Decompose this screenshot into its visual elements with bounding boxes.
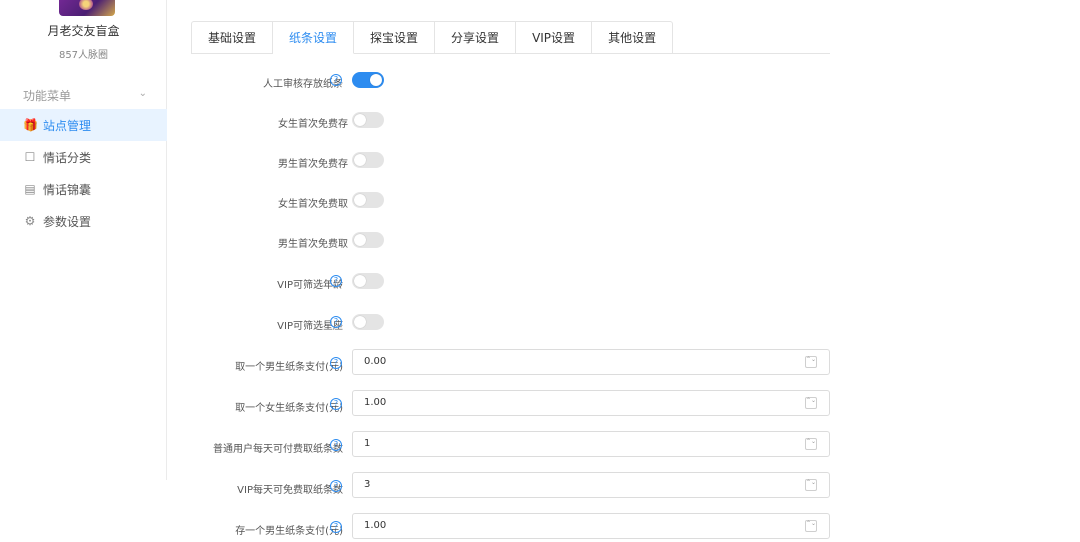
sidebar-item-label: 情话分类 bbox=[43, 151, 92, 165]
toggle-row: 女生首次免费取 bbox=[180, 189, 840, 215]
site-name: 月老交友盲盒 bbox=[47, 24, 120, 38]
input-value: 1.00 bbox=[364, 520, 387, 531]
toggle-switch[interactable] bbox=[352, 314, 384, 330]
input-row: 普通用户每天可付费取纸条数? 1 ⌃⌄ bbox=[180, 431, 840, 460]
help-icon[interactable]: ? bbox=[330, 74, 342, 86]
document-icon: ▤ bbox=[24, 182, 36, 196]
field-label: 取一个女生纸条支付(元) bbox=[235, 403, 343, 414]
tab-3[interactable]: 分享设置 bbox=[435, 21, 517, 54]
number-input[interactable]: 0.00 ⌃⌄ bbox=[352, 349, 830, 375]
input-row: VIP每天可免费取纸条数? 3 ⌃⌄ bbox=[180, 472, 840, 501]
field-label: 女生首次免费取 bbox=[278, 199, 348, 210]
field-label: 女生首次免费存 bbox=[278, 119, 348, 130]
tab-0[interactable]: 基础设置 bbox=[191, 21, 274, 54]
stepper-icon[interactable]: ⌃⌄ bbox=[805, 438, 817, 450]
toggle-switch[interactable] bbox=[352, 152, 384, 168]
site-logo bbox=[59, 0, 115, 16]
toggle-row: 女生首次免费存 bbox=[180, 109, 840, 135]
sidebar-item-0[interactable]: 🎁 站点管理 bbox=[0, 109, 167, 141]
toggle-knob bbox=[354, 234, 366, 246]
help-icon[interactable]: ? bbox=[330, 439, 342, 451]
stepper-icon[interactable]: ⌃⌄ bbox=[805, 397, 817, 409]
field-label: 普通用户每天可付费取纸条数 bbox=[213, 444, 343, 455]
field-label: 男生首次免费存 bbox=[278, 159, 348, 170]
help-icon[interactable]: ? bbox=[330, 316, 342, 328]
toggle-switch[interactable] bbox=[352, 192, 384, 208]
field-label: 男生首次免费取 bbox=[278, 239, 348, 250]
sidebar-item-label: 站点管理 bbox=[43, 119, 92, 133]
toggle-switch[interactable] bbox=[352, 273, 384, 289]
toggle-knob bbox=[354, 194, 366, 206]
help-icon[interactable]: ? bbox=[330, 275, 342, 287]
stepper-icon[interactable]: ⌃⌄ bbox=[805, 356, 817, 368]
toggle-row: 男生首次免费取 bbox=[180, 229, 840, 255]
input-row: 取一个男生纸条支付(元)? 0.00 ⌃⌄ bbox=[180, 349, 840, 378]
toggle-switch[interactable] bbox=[352, 72, 384, 88]
gift-icon: 🎁 bbox=[23, 118, 38, 132]
toggle-switch[interactable] bbox=[352, 232, 384, 248]
toggle-knob bbox=[370, 74, 382, 86]
help-icon[interactable]: ? bbox=[330, 480, 342, 492]
tab-4[interactable]: VIP设置 bbox=[516, 21, 593, 54]
menu-header-label: 功能菜单 bbox=[23, 89, 72, 103]
sidebar-item-2[interactable]: ▤ 情话锦囊 bbox=[0, 173, 167, 205]
input-row: 取一个女生纸条支付(元)? 1.00 ⌃⌄ bbox=[180, 390, 840, 419]
field-label: VIP每天可免费取纸条数 bbox=[237, 485, 343, 496]
input-row: 存一个男生纸条支付(元)? 1.00 ⌃⌄ bbox=[180, 513, 840, 542]
settings-tabs: 基础设置 纸条设置 探宝设置 分享设置 VIP设置 其他设置 bbox=[191, 21, 674, 54]
tab-5[interactable]: 其他设置 bbox=[592, 21, 674, 54]
toggle-knob bbox=[354, 275, 366, 287]
tabs-divider bbox=[651, 53, 830, 54]
help-icon[interactable]: ? bbox=[330, 521, 342, 533]
site-subtitle: 857人脉圈 bbox=[58, 50, 109, 61]
chevron-down-icon: ⌄ bbox=[138, 88, 147, 99]
toggle-knob bbox=[354, 316, 366, 328]
sidebar: 月老交友盲盒 857人脉圈 功能菜单 ⌄ 🎁 站点管理 ☐ 情话分类 ▤ 情话锦囊 ⚙ 参数设… bbox=[0, 0, 167, 480]
sidebar-item-3[interactable]: ⚙ 参数设置 bbox=[0, 205, 167, 237]
number-input[interactable]: 1 ⌃⌄ bbox=[352, 431, 830, 457]
help-icon[interactable]: ? bbox=[330, 357, 342, 369]
toggle-knob bbox=[354, 154, 366, 166]
gear-icon: ⚙ bbox=[24, 214, 36, 228]
function-menu-header[interactable]: 功能菜单 ⌄ bbox=[23, 87, 147, 105]
toggle-knob bbox=[354, 114, 366, 126]
tab-1[interactable]: 纸条设置 bbox=[273, 21, 355, 54]
tab-2[interactable]: 探宝设置 bbox=[354, 21, 436, 54]
input-value: 1 bbox=[364, 438, 371, 449]
input-value: 3 bbox=[364, 479, 371, 490]
stepper-icon[interactable]: ⌃⌄ bbox=[805, 520, 817, 532]
help-icon[interactable]: ? bbox=[330, 398, 342, 410]
number-input[interactable]: 1.00 ⌃⌄ bbox=[352, 513, 830, 539]
toggle-row: 男生首次免费存 bbox=[180, 149, 840, 175]
sidebar-item-1[interactable]: ☐ 情话分类 bbox=[0, 141, 167, 173]
toggle-row: VIP可筛选年龄? bbox=[180, 270, 840, 296]
number-input[interactable]: 1.00 ⌃⌄ bbox=[352, 390, 830, 416]
sidebar-item-label: 参数设置 bbox=[43, 215, 92, 229]
input-value: 1.00 bbox=[364, 397, 387, 408]
input-value: 0.00 bbox=[364, 356, 387, 367]
toggle-row: 人工审核存放纸条? bbox=[180, 69, 840, 95]
number-input[interactable]: 3 ⌃⌄ bbox=[352, 472, 830, 498]
toggle-switch[interactable] bbox=[352, 112, 384, 128]
field-label: 取一个男生纸条支付(元) bbox=[235, 362, 343, 373]
sidebar-item-label: 情话锦囊 bbox=[43, 183, 92, 197]
toggle-row: VIP可筛选星座? bbox=[180, 311, 840, 337]
bookmark-icon: ☐ bbox=[24, 150, 36, 164]
stepper-icon[interactable]: ⌃⌄ bbox=[805, 479, 817, 491]
